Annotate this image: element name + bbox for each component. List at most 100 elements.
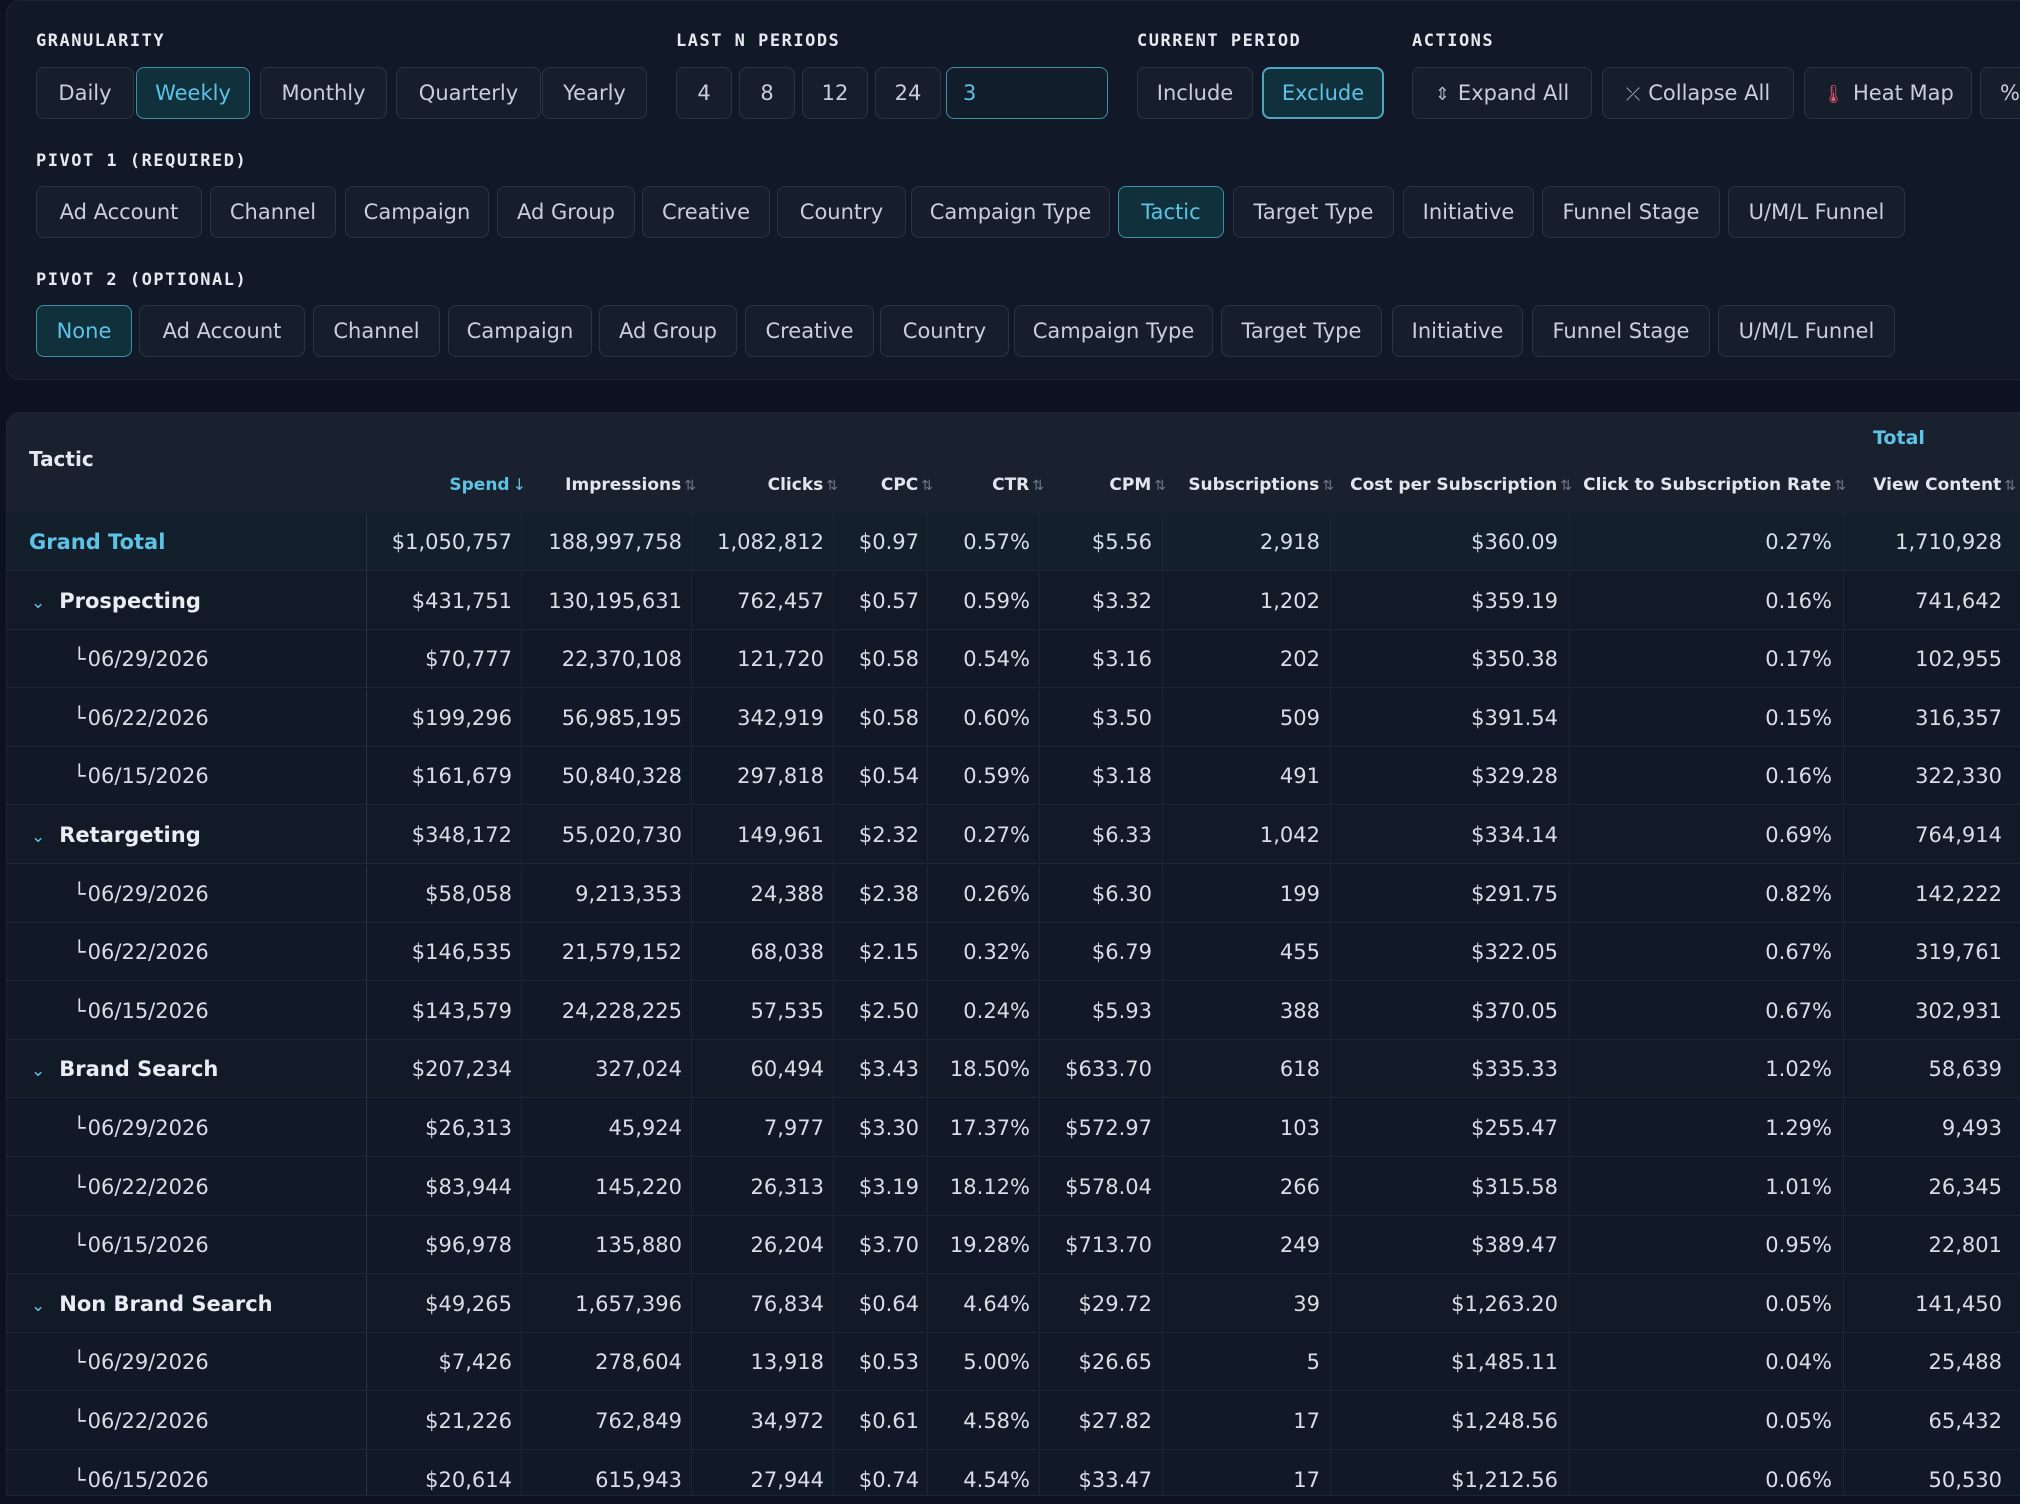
last-n-4-button[interactable]: 4 [676, 67, 732, 119]
tree-branch-icon: └ [73, 881, 86, 906]
column-header-impressions[interactable]: Impressions ⇅ [565, 475, 696, 495]
column-divider [521, 571, 522, 629]
expand-all-button[interactable]: ⇕ Expand All [1412, 67, 1592, 119]
last-n-12-button[interactable]: 12 [802, 67, 868, 119]
pivot1-country-button[interactable]: Country [777, 186, 906, 238]
granularity-monthly-button[interactable]: Monthly [260, 67, 387, 119]
column-divider [1039, 864, 1040, 922]
column-header-cpc[interactable]: CPC ⇅ [881, 475, 933, 495]
chevron-down-icon[interactable]: ⌄ [31, 808, 45, 866]
group-row[interactable]: ⌄ Retargeting $348,172 55,020,730 149,961 $2.… [7, 806, 2020, 864]
cell-cpm: $26.65 [1078, 1350, 1152, 1375]
pivot1-creative-button[interactable]: Creative [642, 186, 770, 238]
column-divider [1039, 1450, 1040, 1495]
last-n-8-button[interactable]: 8 [739, 67, 795, 119]
cell-ctr: 0.54% [963, 647, 1030, 672]
percent-button[interactable]: % [1980, 67, 2020, 119]
cell-impressions: 327,024 [595, 1057, 682, 1082]
pivot1-uml-funnel-button[interactable]: U/M/L Funnel [1728, 186, 1905, 238]
column-header-clicks[interactable]: Clicks ⇅ [768, 475, 838, 495]
pivot2-campaign-button[interactable]: Campaign [448, 305, 592, 357]
pivot1-ad-group-button[interactable]: Ad Group [497, 186, 635, 238]
column-header-cost-per-subscription[interactable]: Cost per Subscription ⇅ [1350, 475, 1572, 495]
cell-impressions: 145,220 [595, 1174, 682, 1199]
cell-ctr: 4.58% [963, 1409, 1030, 1433]
pivot2-channel-button[interactable]: Channel [313, 305, 440, 357]
pivot2-target-type-button[interactable]: Target Type [1221, 305, 1382, 357]
current-period-exclude-button[interactable]: Exclude [1262, 67, 1384, 119]
sort-icon: ⇅ [1560, 478, 1572, 494]
group-row[interactable]: ⌄ Brand Search $207,234 327,024 60,494 $3.43 1… [7, 1040, 2020, 1100]
table-row: └06/15/2026 $143,579 24,228,225 57,535 $2.50… [7, 981, 2020, 1040]
cell-impressions: 50,840,328 [561, 764, 682, 789]
column-divider [1569, 1216, 1570, 1274]
column-divider [833, 1040, 834, 1098]
pivot1-funnel-stage-button[interactable]: Funnel Stage [1542, 186, 1720, 238]
column-divider [691, 1333, 692, 1391]
column-header-view-content[interactable]: View Content ⇅ [1873, 475, 2016, 495]
row-label-cell[interactable]: ⌄ Non Brand Search [7, 1274, 367, 1335]
pivot2-creative-button[interactable]: Creative [745, 305, 874, 357]
column-header-click-to-subscription-rate[interactable]: Click to Subscription Rate ⇅ [1583, 475, 1846, 495]
pivot1-tactic-button[interactable]: Tactic [1118, 186, 1224, 238]
column-divider [927, 1274, 928, 1332]
chevron-down-icon[interactable]: ⌄ [31, 1277, 45, 1335]
granularity-daily-button[interactable]: Daily [36, 67, 134, 119]
table-row: └06/15/2026 $96,978 135,880 26,204 $3.70 19.2… [7, 1216, 2020, 1275]
sort-icon: ⇅ [1032, 478, 1044, 494]
cell-impressions: 615,943 [595, 1467, 682, 1492]
column-header-cpm[interactable]: CPM ⇅ [1109, 475, 1166, 495]
row-label-cell[interactable]: ⌄ Retargeting [7, 806, 367, 864]
pivot2-initiative-button[interactable]: Initiative [1392, 305, 1523, 357]
group-row[interactable]: ⌄ Prospecting $431,751 130,195,631 762,457 $0… [7, 571, 2020, 632]
pivot1-campaign-button[interactable]: Campaign [345, 186, 489, 238]
cell-cpc: $0.97 [858, 530, 919, 554]
row-label-cell[interactable]: ⌄ Brand Search [7, 1040, 367, 1100]
cell-cost-per-subscription: $359.19 [1471, 588, 1558, 613]
column-divider [833, 864, 834, 922]
column-divider [1330, 806, 1331, 863]
column-header-ctr[interactable]: CTR ⇅ [992, 475, 1044, 495]
column-divider [1039, 923, 1040, 981]
pivot2-country-button[interactable]: Country [880, 305, 1009, 357]
pivot2-ad-account-button[interactable]: Ad Account [139, 305, 305, 357]
column-header-spend[interactable]: Spend ↓ [449, 475, 526, 495]
pivot2-none-button[interactable]: None [36, 305, 132, 357]
cell-cost-per-subscription: $334.14 [1471, 823, 1558, 847]
last-n-24-button[interactable]: 24 [875, 67, 941, 119]
cell-clicks: 60,494 [750, 1057, 824, 1082]
column-divider [521, 1099, 522, 1156]
row-label: Retargeting [59, 823, 201, 847]
collapse-all-button[interactable]: ⤫ Collapse All [1602, 67, 1794, 119]
column-divider [927, 864, 928, 922]
pivot1-initiative-button[interactable]: Initiative [1403, 186, 1534, 238]
column-header-label: Subscriptions [1188, 475, 1320, 495]
pivot2-uml-funnel-button[interactable]: U/M/L Funnel [1718, 305, 1895, 357]
group-row[interactable]: ⌄ Non Brand Search $49,265 1,657,396 76,834 $… [7, 1274, 2020, 1335]
granularity-yearly-button[interactable]: Yearly [542, 67, 647, 119]
pivot2-campaign-type-button[interactable]: Campaign Type [1014, 305, 1213, 357]
pivot2-funnel-stage-button[interactable]: Funnel Stage [1532, 305, 1710, 357]
last-n-custom-input[interactable] [946, 67, 1108, 119]
pivot1-target-type-button[interactable]: Target Type [1233, 186, 1394, 238]
column-divider [1569, 806, 1570, 863]
chevron-down-icon[interactable]: ⌄ [31, 1042, 45, 1100]
heat-map-button[interactable]: 🌡 Heat Map [1804, 67, 1972, 119]
chevron-down-icon[interactable]: ⌄ [31, 574, 45, 632]
cell-ctr: 0.27% [963, 823, 1030, 847]
column-divider [1039, 1099, 1040, 1156]
pivot1-channel-button[interactable]: Channel [210, 186, 336, 238]
cell-click-to-subscription-rate: 0.06% [1765, 1467, 1832, 1492]
cell-ctr: 17.37% [949, 1116, 1030, 1140]
cell-cpm: $5.56 [1091, 530, 1152, 554]
pivot2-ad-group-button[interactable]: Ad Group [599, 305, 737, 357]
granularity-quarterly-button[interactable]: Quarterly [396, 67, 541, 119]
row-label-cell[interactable]: ⌄ Prospecting [7, 571, 367, 632]
column-header-subscriptions[interactable]: Subscriptions ⇅ [1188, 475, 1334, 495]
current-period-include-button[interactable]: Include [1137, 67, 1253, 119]
pivot1-ad-account-button[interactable]: Ad Account [36, 186, 202, 238]
granularity-weekly-button[interactable]: Weekly [136, 67, 250, 119]
pivot1-campaign-type-button[interactable]: Campaign Type [911, 186, 1110, 238]
cell-ctr: 18.12% [949, 1174, 1030, 1199]
column-divider [833, 747, 834, 805]
